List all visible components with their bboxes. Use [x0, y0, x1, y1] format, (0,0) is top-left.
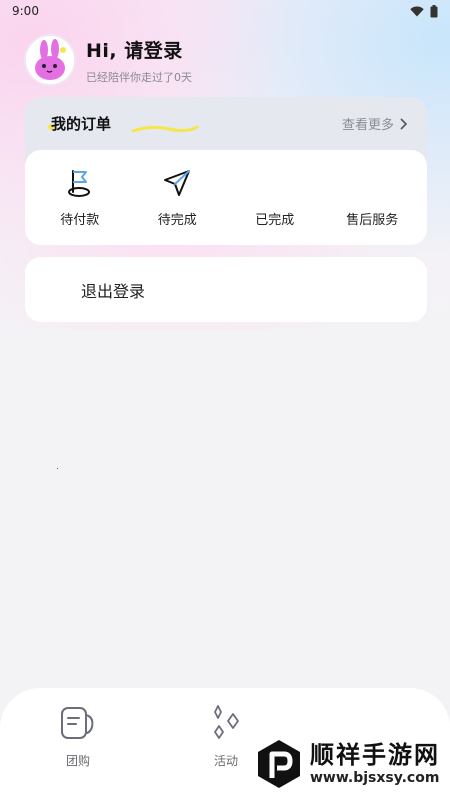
status-time: 9:00 [12, 4, 39, 18]
tab-group-buy[interactable]: 团购 [38, 704, 118, 769]
logout-button[interactable]: 退出登录 [25, 257, 427, 322]
order-to-complete[interactable]: 待完成 [132, 167, 222, 228]
view-more-label: 查看更多 [341, 118, 394, 133]
battery-icon [430, 4, 438, 17]
days-companion-text: 已经陪伴你走过了0天 [86, 70, 192, 84]
paper-plane-icon [164, 170, 191, 196]
order-pending-payment-label: 待付款 [60, 213, 100, 228]
tab-activities-label: 活动 [213, 754, 238, 768]
login-prompt-title[interactable]: Hi, 请登录 [86, 36, 192, 63]
user-header[interactable]: Hi, 请登录 已经陪伴你走过了0天 [24, 33, 192, 87]
order-completed-label: 已完成 [255, 213, 295, 228]
watermark-title: 顺祥手游网 [310, 741, 440, 769]
my-orders-card: 我的订单 查看更多 待付款 待完成 已完成 售后服务 [25, 97, 427, 245]
wifi-icon [410, 5, 424, 16]
logout-label: 退出登录 [81, 281, 146, 301]
tab-activities[interactable]: 活动 [186, 704, 266, 769]
view-more-link[interactable]: 查看更多 [342, 114, 407, 133]
flag-icon [67, 170, 90, 197]
bunny-avatar-icon [35, 39, 66, 80]
order-after-sales-label: 售后服务 [346, 213, 399, 228]
status-bar: 9:00 [0, 0, 450, 22]
document-icon [61, 707, 94, 739]
order-completed[interactable]: 已完成 [230, 167, 320, 228]
stray-dot [57, 468, 58, 469]
order-to-complete-label: 待完成 [157, 213, 197, 228]
watermark: 顺祥手游网 www.bjsxsy.com [256, 738, 440, 790]
watermark-logo-icon [258, 740, 300, 788]
avatar[interactable] [24, 34, 76, 86]
order-after-sales[interactable]: 售后服务 [327, 167, 417, 228]
chevron-right-icon [400, 117, 407, 130]
order-pending-payment[interactable]: 待付款 [35, 167, 125, 228]
my-orders-title: 我的订单 [51, 115, 112, 133]
tab-group-buy-label: 团购 [65, 754, 90, 768]
sparkle-icon [214, 705, 239, 739]
status-icons [410, 4, 438, 18]
watermark-url: www.bjsxsy.com [310, 770, 440, 786]
